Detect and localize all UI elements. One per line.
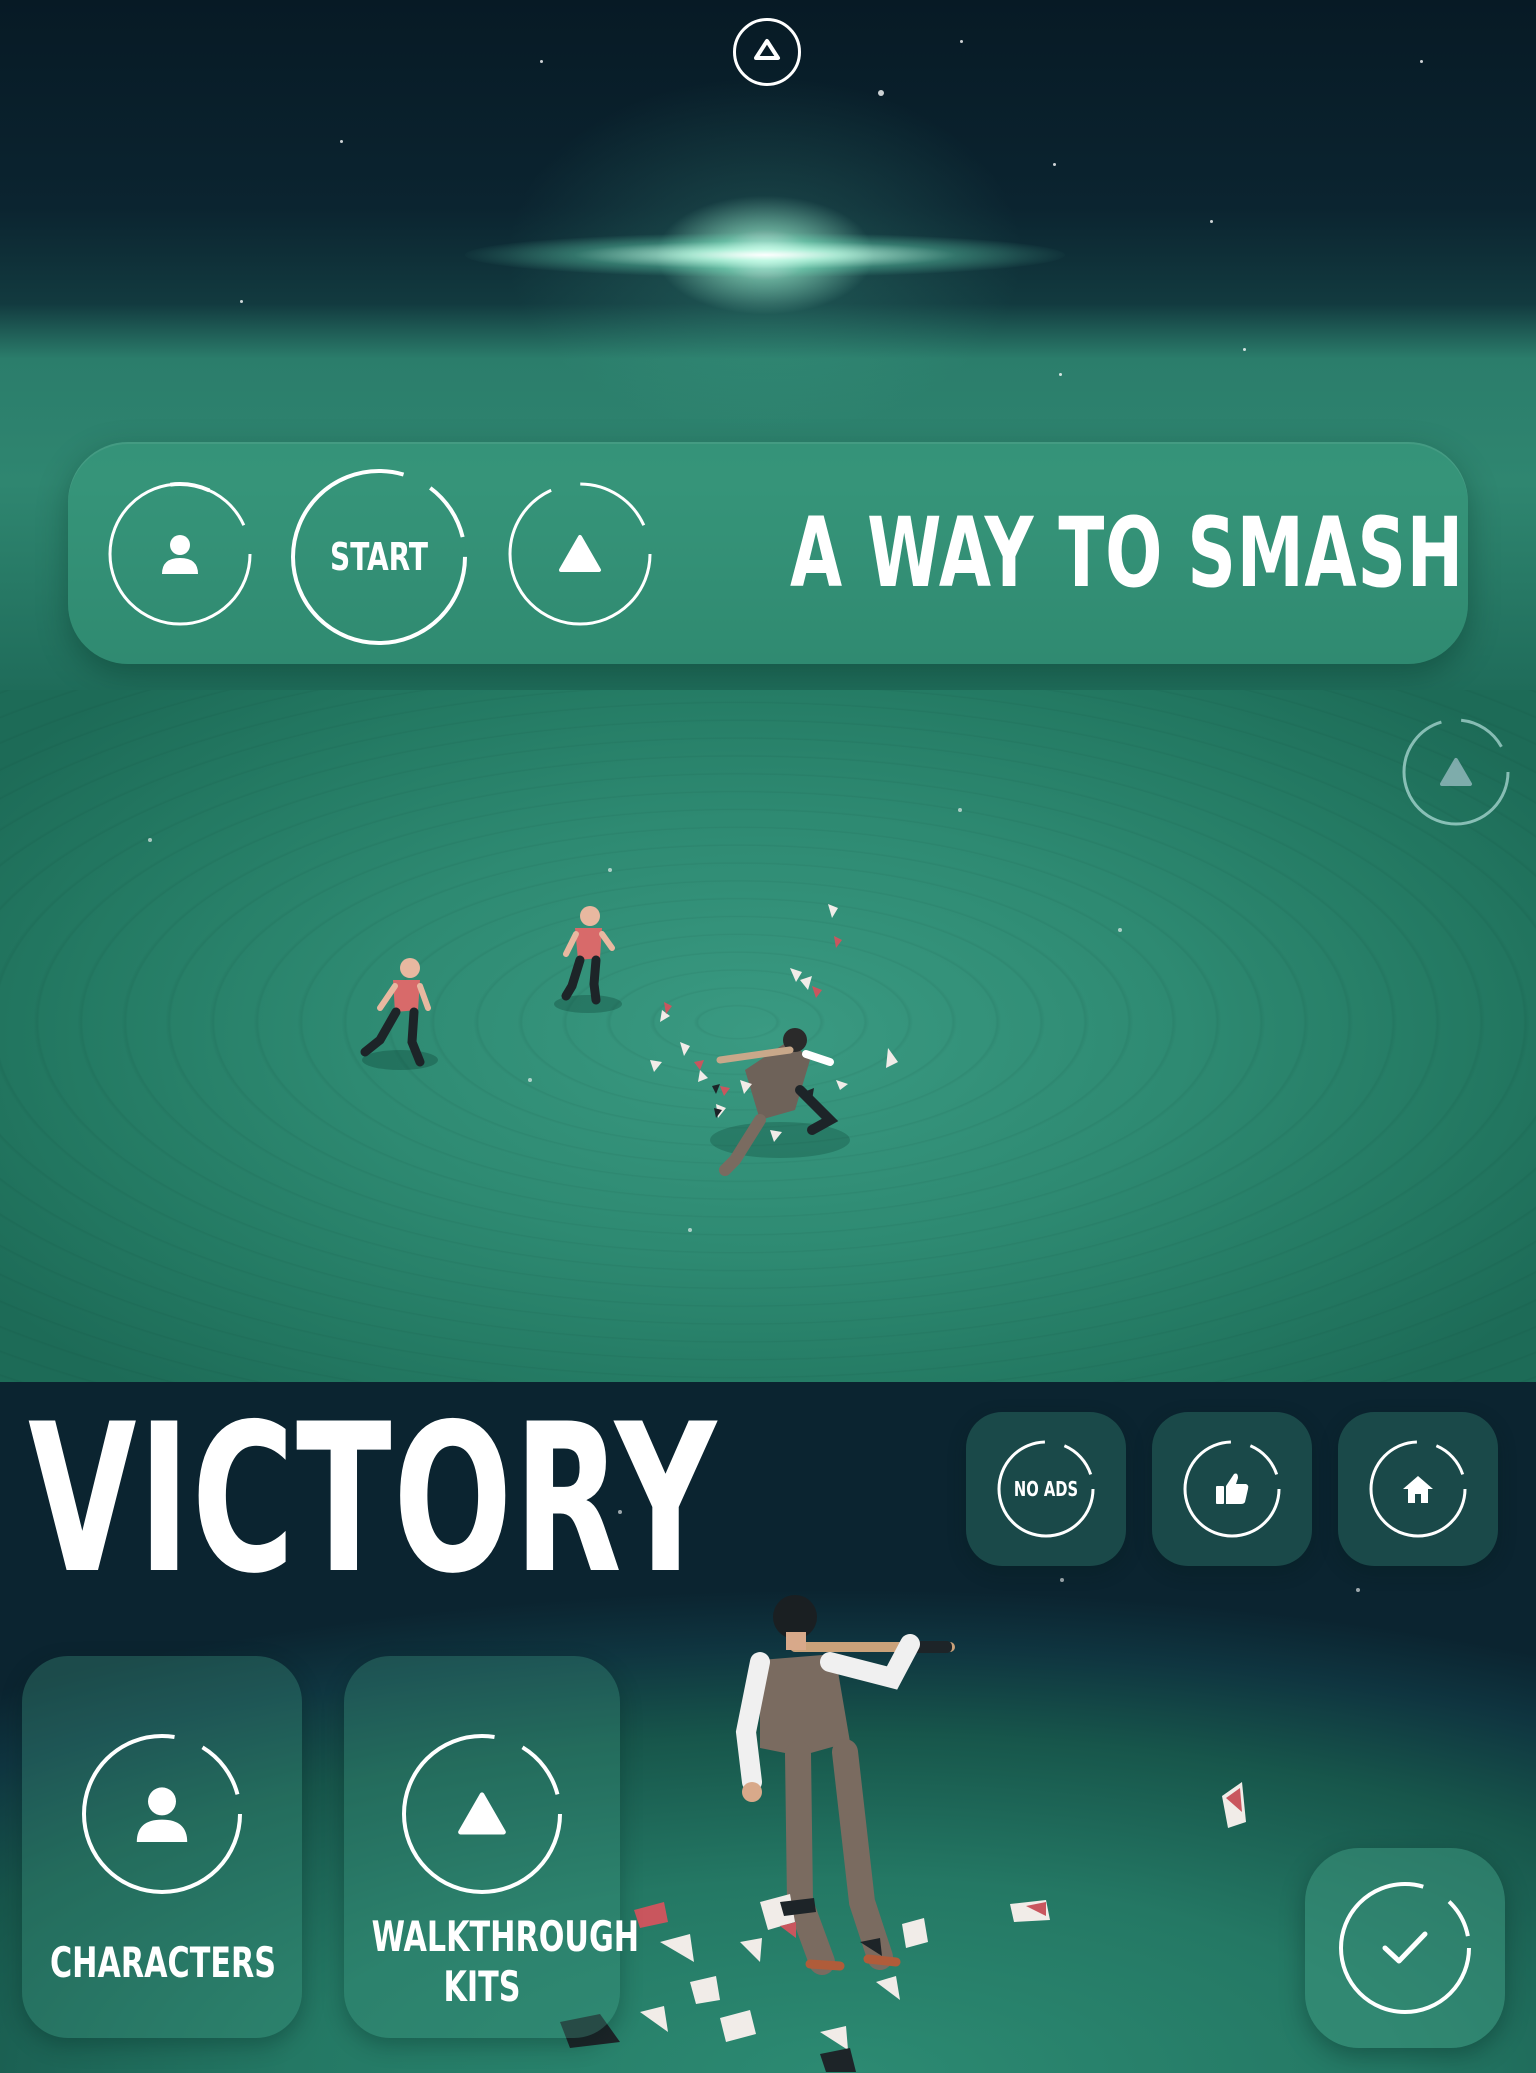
character-icon — [136, 1787, 188, 1842]
particles — [148, 808, 1122, 1232]
arena-scene — [148, 808, 1122, 1232]
kit-triangle-icon — [458, 1792, 506, 1835]
walkthrough-kits-card[interactable]: WALKTHROUGH KITS — [344, 1656, 640, 2038]
victory-heading: VICTORY — [28, 1381, 718, 1619]
kits-button[interactable] — [504, 478, 656, 630]
game-title: A WAY TO SMASH — [790, 497, 1464, 609]
checkmark-icon — [1382, 1931, 1428, 1964]
characters-card[interactable]: CHARACTERS — [22, 1656, 302, 2038]
game-logo-icon[interactable] — [733, 18, 801, 86]
enemy-figure — [360, 958, 438, 1070]
star — [240, 300, 243, 303]
start-button[interactable]: START — [288, 466, 470, 648]
star — [1243, 348, 1246, 351]
star — [1420, 60, 1423, 63]
star — [960, 40, 963, 43]
enemy-figure — [554, 906, 622, 1013]
confirm-button[interactable] — [1305, 1848, 1505, 2048]
characters-button[interactable] — [104, 478, 256, 630]
player-figure — [710, 1028, 850, 1176]
kit-triangle-icon — [1440, 758, 1472, 786]
start-label: START — [330, 535, 428, 579]
no-ads-button[interactable]: NO ADS — [966, 1412, 1126, 1566]
kit-triangle-icon — [559, 535, 601, 572]
star — [540, 60, 543, 63]
character-icon — [162, 535, 198, 574]
star — [1059, 373, 1062, 376]
home-button[interactable] — [1338, 1412, 1498, 1566]
no-ads-label: NO ADS — [1013, 1477, 1079, 1501]
thumbs-up-icon — [1216, 1473, 1249, 1504]
characters-label: CHARACTERS — [50, 1938, 277, 1987]
walkthrough-kits-label: WALKTHROUGH KITS — [371, 1912, 640, 2012]
debris — [634, 1788, 1242, 1938]
star — [1053, 163, 1056, 166]
like-button[interactable] — [1152, 1412, 1312, 1566]
star — [1210, 220, 1213, 223]
arena-kits-button[interactable] — [1400, 716, 1512, 828]
debris — [640, 1782, 1246, 2050]
arena-view — [0, 690, 1536, 1382]
home-icon — [1403, 1476, 1433, 1503]
star — [340, 140, 343, 143]
